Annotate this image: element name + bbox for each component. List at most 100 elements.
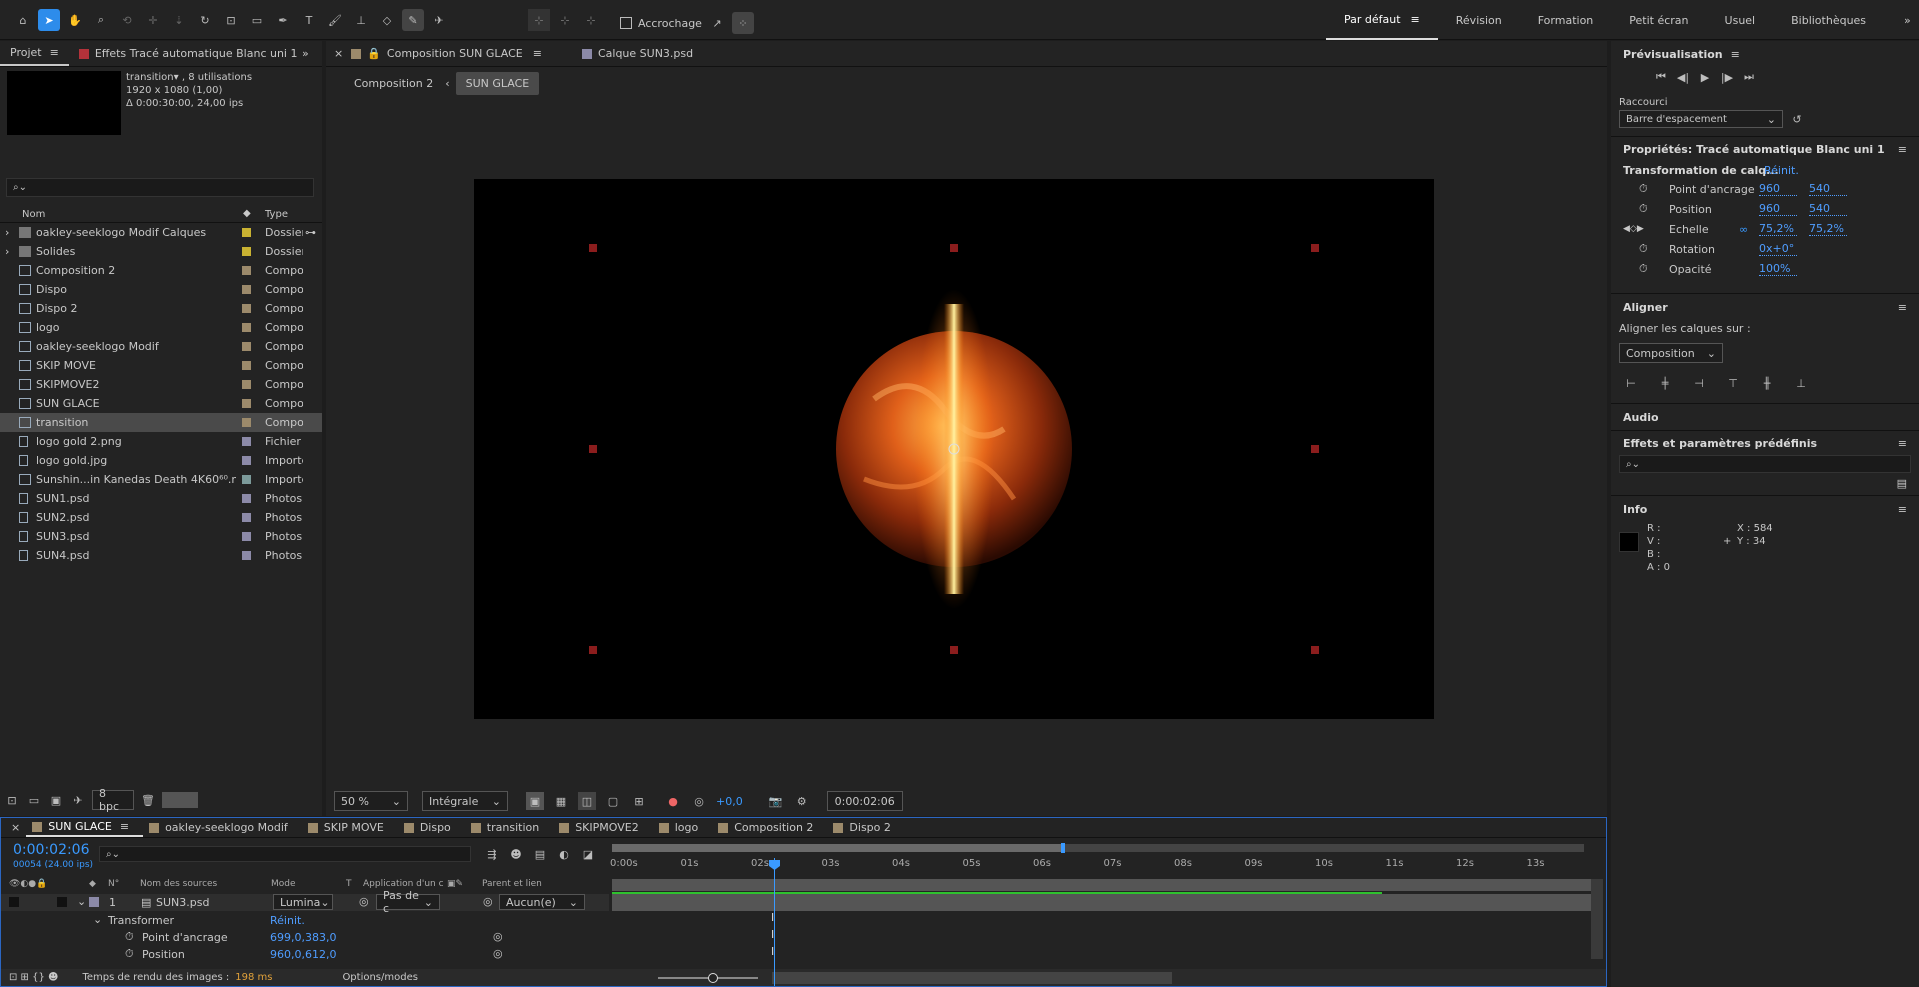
eraser-tool-icon[interactable]: ◇: [376, 9, 398, 31]
motion-blur-icon[interactable]: ◐: [555, 846, 573, 862]
expression-icon[interactable]: ◎: [493, 930, 503, 943]
zoom-slider[interactable]: [657, 972, 758, 983]
timeline-timecode[interactable]: 0:00:02:06: [13, 842, 90, 858]
project-item[interactable]: oakley-seeklogo Modif Compos: [0, 337, 322, 356]
align-top-icon[interactable]: ⊤: [1723, 375, 1743, 391]
timeline-scrollbar[interactable]: [771, 971, 1172, 984]
expand-chevron-icon[interactable]: ›: [5, 245, 9, 258]
label-swatch[interactable]: [242, 228, 251, 237]
keyframe-nav-icon[interactable]: ◀◇▶: [1623, 224, 1644, 234]
tab-composition[interactable]: Composition SUN GLACE: [387, 47, 523, 60]
timeline-tab-3[interactable]: Dispo: [398, 818, 465, 837]
label-swatch[interactable]: [242, 304, 251, 313]
reset-link[interactable]: Réinit.: [1764, 164, 1799, 177]
layer-track[interactable]: [612, 892, 1596, 911]
brush-tool-icon[interactable]: 🖌: [324, 9, 346, 31]
new-preset-icon[interactable]: ▤: [1897, 477, 1907, 490]
pen-tool-icon[interactable]: ✒: [272, 9, 294, 31]
transform-reset-link[interactable]: Réinit.: [270, 914, 305, 927]
thumbnail-bg-swatch[interactable]: [162, 792, 198, 808]
label-swatch[interactable]: [242, 380, 251, 389]
project-item[interactable]: › oakley-seeklogo Modif Calques Dossier ⊶: [0, 223, 322, 242]
dolly-camera-icon[interactable]: ⇣: [168, 9, 190, 31]
new-comp-icon[interactable]: ▣: [48, 789, 64, 811]
anchor-value[interactable]: 699,0,383,0: [270, 931, 336, 944]
panel-overflow-icon[interactable]: »: [302, 47, 309, 60]
timeline-tab-4[interactable]: transition: [465, 818, 553, 837]
timeline-tab-2[interactable]: SKIP MOVE: [302, 818, 398, 837]
bit-depth-button[interactable]: 8 bpc: [92, 787, 134, 813]
property-value-1[interactable]: 0x+0°: [1759, 242, 1797, 256]
align-left-icon[interactable]: ⊢: [1621, 375, 1641, 391]
timeline-tab-8[interactable]: Dispo 2: [827, 818, 904, 837]
shy-layers-icon[interactable]: ☻: [507, 846, 525, 862]
axis-view-icon[interactable]: ⊹: [580, 9, 602, 31]
timeline-tab-7[interactable]: Composition 2: [712, 818, 827, 837]
snapshot-icon[interactable]: 📷: [767, 792, 785, 810]
label-swatch[interactable]: [242, 247, 251, 256]
project-item[interactable]: Sunshin...in Kanedas Death 4K60⁶⁰.mp4 Imp…: [0, 470, 322, 489]
render-queue-icon[interactable]: ✈: [70, 789, 86, 811]
label-swatch[interactable]: [242, 494, 251, 503]
transparency-grid-icon[interactable]: ▦: [552, 792, 570, 810]
last-frame-icon[interactable]: ⏭: [1741, 69, 1757, 85]
hand-tool-icon[interactable]: ✋: [64, 9, 86, 31]
work-area-end-handle[interactable]: [1061, 843, 1065, 853]
snapping-checkbox[interactable]: [620, 17, 632, 29]
label-swatch[interactable]: [242, 551, 251, 560]
close-tab-icon[interactable]: ×: [11, 821, 20, 834]
tab-project[interactable]: Projet ≡: [0, 41, 69, 66]
breadcrumb-comp2[interactable]: Composition 2: [354, 77, 433, 90]
menu-icon[interactable]: ≡: [1898, 143, 1907, 156]
region-of-interest-icon[interactable]: ▢: [604, 792, 622, 810]
label-swatch[interactable]: [242, 323, 251, 332]
project-search-input[interactable]: ⌕⌄: [6, 178, 314, 197]
label-swatch[interactable]: [242, 266, 251, 275]
property-row[interactable]: ⏱ Position 960 540: [1611, 199, 1919, 219]
axis-world-icon[interactable]: ⊹: [554, 9, 576, 31]
roto-brush-icon[interactable]: ✎: [402, 9, 424, 31]
stopwatch-icon[interactable]: ⏱: [1639, 262, 1648, 276]
project-item[interactable]: SUN3.psd Photosh: [0, 527, 322, 546]
mask-visibility-icon[interactable]: ◫: [578, 792, 596, 810]
menu-icon[interactable]: ≡: [1898, 301, 1907, 314]
work-area-bar[interactable]: [612, 843, 1584, 853]
project-item[interactable]: logo gold 2.png Fichier I: [0, 432, 322, 451]
property-row[interactable]: ⏱ Rotation 0x+0°: [1611, 239, 1919, 259]
label-swatch[interactable]: [242, 437, 251, 446]
puppet-pin-icon[interactable]: ✈: [428, 9, 450, 31]
clone-stamp-icon[interactable]: ⊥: [350, 9, 372, 31]
workspace-1[interactable]: Révision: [1438, 0, 1520, 40]
selection-tool-icon[interactable]: ➤: [38, 9, 60, 31]
timeline-search-input[interactable]: ⌕⌄: [99, 846, 471, 862]
project-item[interactable]: › Solides Dossier: [0, 242, 322, 261]
align-vcenter-icon[interactable]: ╫: [1757, 375, 1777, 391]
menu-icon[interactable]: ≡: [120, 820, 129, 833]
property-value-1[interactable]: 100%: [1759, 262, 1797, 276]
exposure-value[interactable]: +0,0: [716, 795, 743, 808]
footer-icons[interactable]: ⊡ ⊞ {} ☻: [9, 972, 58, 983]
exposure-reset-icon[interactable]: ◎: [690, 792, 708, 810]
work-area-range[interactable]: [612, 844, 1062, 852]
graph-editor-icon[interactable]: ◪: [579, 846, 597, 862]
timeline-tab-1[interactable]: oakley-seeklogo Modif: [143, 818, 302, 837]
workspace-overflow-icon[interactable]: »: [1904, 14, 1911, 27]
label-swatch[interactable]: [242, 418, 251, 427]
rotate-tool-icon[interactable]: ↻: [194, 9, 216, 31]
property-value-2[interactable]: 540: [1809, 182, 1847, 196]
menu-icon[interactable]: ≡: [1898, 437, 1907, 450]
first-frame-icon[interactable]: ⏮: [1653, 69, 1669, 85]
timeline-tab-0[interactable]: SUN GLACE ≡: [26, 818, 144, 837]
transform-row[interactable]: ⌄ Transformer Réinit.: [1, 912, 609, 929]
new-folder-icon[interactable]: ▭: [26, 789, 42, 811]
breadcrumb-sun-glace[interactable]: SUN GLACE: [455, 71, 540, 95]
resolution-select[interactable]: Intégrale ⌄: [422, 791, 508, 811]
timeline-tab-6[interactable]: logo: [653, 818, 713, 837]
label-swatch[interactable]: [242, 475, 251, 484]
comp-flowchart-icon[interactable]: ⇶: [483, 846, 501, 862]
trash-icon[interactable]: 🗑: [140, 789, 156, 811]
layer-row[interactable]: ⌄ 1 ▤ SUN3.psd Lumina ⌄ ◎ Pas de c ⌄ ◎ Auc…: [1, 889, 609, 915]
menu-icon[interactable]: ≡: [1731, 48, 1740, 61]
play-icon[interactable]: ▶: [1697, 69, 1713, 85]
layer-duration-bar[interactable]: [612, 892, 1382, 894]
